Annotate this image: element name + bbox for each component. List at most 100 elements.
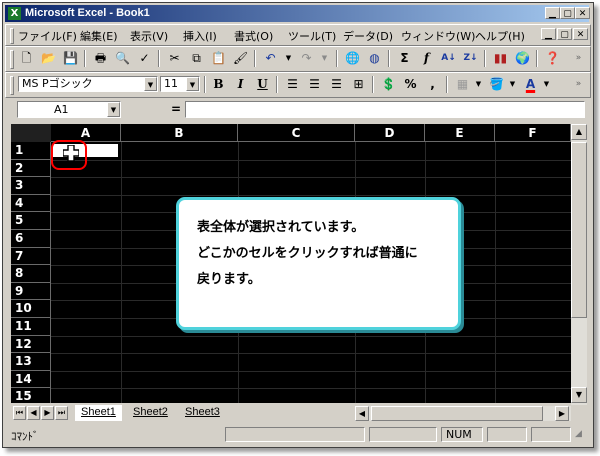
scroll-up-arrow-icon[interactable]: ▲ <box>571 124 587 140</box>
select-all-corner[interactable] <box>11 124 52 143</box>
sheet-tab-sheet1[interactable]: Sheet1 <box>75 405 122 421</box>
currency-style-icon[interactable]: 💲 <box>378 75 399 94</box>
insert-hyperlink-icon[interactable]: 🌐 <box>342 49 363 68</box>
menu-edit[interactable]: 編集(E) <box>80 28 118 44</box>
row-header-12[interactable]: 12 <box>11 335 51 354</box>
print-icon[interactable]: 🖶 <box>90 49 111 68</box>
format-painter-icon[interactable]: 🖌 <box>230 49 251 68</box>
new-document-icon[interactable]: 🗋 <box>16 49 37 68</box>
minimize-button[interactable]: ▁ <box>545 7 560 19</box>
row-header-5[interactable]: 5 <box>11 212 51 230</box>
resize-grip-icon[interactable]: ◢ <box>575 429 582 439</box>
save-disk-icon[interactable]: 💾 <box>60 49 81 68</box>
menu-view[interactable]: 表示(V) <box>130 28 168 44</box>
comma-style-button[interactable]: , <box>422 75 443 94</box>
close-button[interactable]: ✕ <box>575 7 590 19</box>
cut-scissors-icon[interactable]: ✂ <box>164 49 185 68</box>
align-left-icon[interactable]: ☰ <box>282 75 303 94</box>
horizontal-scroll-thumb[interactable] <box>371 406 543 421</box>
spelling-check-icon[interactable]: ✓ <box>134 49 155 68</box>
next-sheet-arrow-icon[interactable]: ▶ <box>41 406 54 420</box>
formula-equals-sign[interactable]: = <box>171 102 181 116</box>
bold-button[interactable]: B <box>208 75 229 94</box>
align-right-icon[interactable]: ☰ <box>326 75 347 94</box>
first-sheet-arrow-icon[interactable]: ⏮ <box>13 406 26 420</box>
doc-close-button[interactable]: ✕ <box>573 28 588 40</box>
column-header-d[interactable]: D <box>355 124 425 142</box>
row-header-8[interactable]: 8 <box>11 265 51 283</box>
menu-grip[interactable] <box>10 28 14 44</box>
column-header-e[interactable]: E <box>425 124 495 142</box>
chart-wizard-icon[interactable]: ▮▮ <box>490 49 511 68</box>
chevron-down-icon[interactable]: ▼ <box>186 77 199 91</box>
font-size-select[interactable]: 11 ▼ <box>160 76 200 92</box>
row-header-2[interactable]: 2 <box>11 159 51 178</box>
menu-tools[interactable]: ツール(T) <box>288 28 336 44</box>
menu-window[interactable]: ウィンドウ(W) <box>401 28 475 44</box>
menu-insert[interactable]: 挿入(I) <box>183 28 217 44</box>
underline-button[interactable]: U <box>252 75 273 94</box>
align-center-icon[interactable]: ☰ <box>304 75 325 94</box>
sheet-tab-sheet3[interactable]: Sheet3 <box>179 405 226 421</box>
office-assistant-icon[interactable]: ❓ <box>542 49 563 68</box>
maximize-button[interactable]: ▢ <box>560 7 575 19</box>
menu-format[interactable]: 書式(O) <box>234 28 273 44</box>
row-header-15[interactable]: 15 <box>11 388 51 403</box>
web-toolbar-icon[interactable]: ◍ <box>364 49 385 68</box>
menu-help[interactable]: ヘルプ(H) <box>475 28 525 44</box>
row-header-13[interactable]: 13 <box>11 353 51 371</box>
last-sheet-arrow-icon[interactable]: ⏭ <box>55 406 68 420</box>
row-header-7[interactable]: 7 <box>11 247 51 266</box>
row-header-4[interactable]: 4 <box>11 194 51 213</box>
sort-descending-icon[interactable]: Z↓ <box>460 49 481 68</box>
font-name-select[interactable]: MS Pゴシック ▼ <box>18 76 158 92</box>
excel-app-icon[interactable]: X <box>8 7 21 20</box>
font-color-dropdown-icon[interactable]: ▼ <box>536 75 557 94</box>
redo-dropdown-icon[interactable]: ▼ <box>314 49 335 68</box>
copy-icon[interactable]: ⧉ <box>186 49 207 68</box>
doc-restore-button[interactable]: ▢ <box>557 28 572 40</box>
title-bar[interactable]: X Microsoft Excel - Book1 ▁ ▢ ✕ <box>5 5 590 22</box>
more-buttons-chevron-icon[interactable]: » <box>568 49 589 68</box>
row-header-11[interactable]: 11 <box>11 318 51 336</box>
italic-button[interactable]: I <box>230 75 251 94</box>
sheet-tab-sheet2[interactable]: Sheet2 <box>127 405 174 421</box>
scroll-left-arrow-icon[interactable]: ◀ <box>355 406 369 421</box>
open-folder-icon[interactable]: 📂 <box>38 49 59 68</box>
row-header-1[interactable]: 1 <box>11 142 51 160</box>
autosum-icon[interactable]: Σ <box>394 49 415 68</box>
status-mode: ｺﾏﾝﾄﾞ <box>11 430 39 443</box>
merge-center-icon[interactable]: ⊞ <box>348 75 369 94</box>
row-header-9[interactable]: 9 <box>11 282 51 301</box>
more-buttons-chevron-icon[interactable]: » <box>568 75 589 94</box>
chevron-down-icon[interactable]: ▼ <box>144 77 157 91</box>
map-globe-icon[interactable]: 🌍 <box>512 49 533 68</box>
toolbar-grip[interactable] <box>10 76 14 95</box>
row-header-6[interactable]: 6 <box>11 230 51 248</box>
prev-sheet-arrow-icon[interactable]: ◀ <box>27 406 40 420</box>
menu-data[interactable]: データ(D) <box>343 28 393 44</box>
vertical-scrollbar[interactable]: ▲ ▼ <box>571 124 587 405</box>
column-header-f[interactable]: F <box>495 124 571 142</box>
row-header-3[interactable]: 3 <box>11 177 51 195</box>
scroll-down-arrow-icon[interactable]: ▼ <box>571 387 587 403</box>
percent-style-button[interactable]: % <box>400 75 421 94</box>
paste-clipboard-icon[interactable]: 📋 <box>208 49 229 68</box>
horizontal-scrollbar[interactable]: ◀ ▶ <box>355 406 571 421</box>
doc-minimize-button[interactable]: ▁ <box>541 28 556 40</box>
sort-ascending-icon[interactable]: A↓ <box>438 49 459 68</box>
chevron-down-icon[interactable]: ▼ <box>107 102 120 117</box>
paste-function-icon[interactable]: f <box>416 49 437 68</box>
toolbar-grip[interactable] <box>10 50 14 69</box>
row-header-14[interactable]: 14 <box>11 370 51 389</box>
column-header-c[interactable]: C <box>238 124 355 142</box>
menu-file[interactable]: ファイル(F) <box>18 28 77 44</box>
scroll-right-arrow-icon[interactable]: ▶ <box>555 406 569 421</box>
name-box[interactable]: A1 ▼ <box>17 101 121 118</box>
callout-box: 表全体が選択されています。 どこかのセルをクリックすれば普通に 戻ります。 <box>176 197 461 330</box>
row-header-10[interactable]: 10 <box>11 300 51 318</box>
formula-input[interactable] <box>185 101 585 118</box>
vertical-scroll-thumb[interactable] <box>571 142 587 318</box>
column-header-b[interactable]: B <box>121 124 238 142</box>
print-preview-icon[interactable]: 🔍 <box>112 49 133 68</box>
